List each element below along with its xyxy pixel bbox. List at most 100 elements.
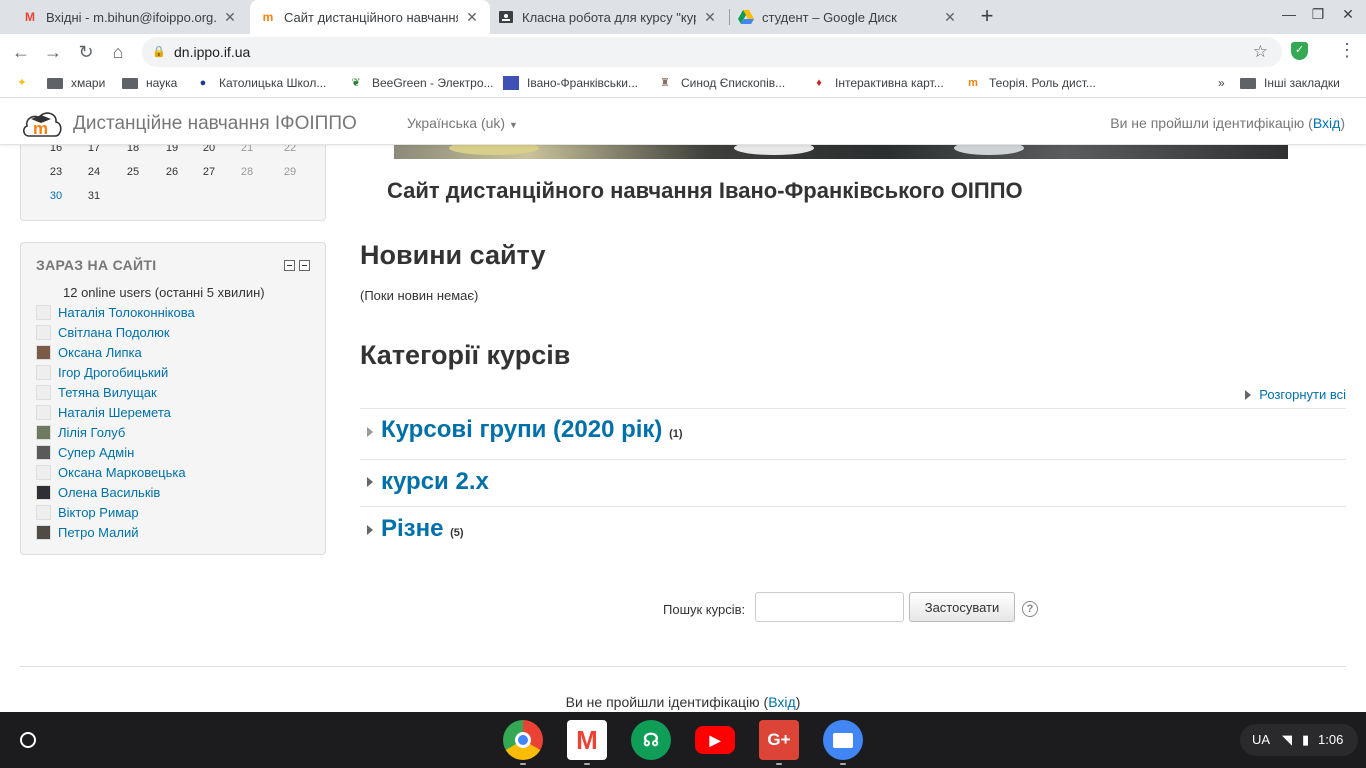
moodle-logo-icon[interactable]: m <box>21 106 63 142</box>
site-name[interactable]: Дистанційне навчання ІФОІППО <box>73 113 357 135</box>
home-icon[interactable]: ⌂ <box>107 41 129 63</box>
bookmark-item[interactable]: ❦ BeeGreen - Электро... <box>348 76 493 90</box>
expand-category-icon[interactable] <box>367 525 373 535</box>
expand-all-link[interactable]: Розгорнути всі <box>1245 387 1346 402</box>
avatar <box>36 424 51 440</box>
restore-icon[interactable]: ❐ <box>1308 6 1328 23</box>
footer-login-link[interactable]: Вхід <box>768 694 795 710</box>
category-link[interactable]: курси 2.x <box>381 468 489 495</box>
extension-shield-icon[interactable]: ✓ <box>1291 42 1308 60</box>
expand-category-icon[interactable] <box>367 477 373 487</box>
bookmark-item[interactable]: m Теорія. Роль дист... <box>965 76 1096 90</box>
drive-icon <box>738 9 754 25</box>
calendar-day[interactable]: 31 <box>82 190 106 202</box>
calendar-day[interactable]: 28 <box>235 166 259 178</box>
close-tab-icon[interactable]: ✕ <box>222 9 238 26</box>
online-user[interactable]: Оксана Липка <box>36 344 142 360</box>
online-user[interactable]: Супер Адмін <box>36 444 134 460</box>
course-category[interactable]: Різне (5) <box>360 506 1346 556</box>
no-news-text: (Поки новин немає) <box>360 288 479 303</box>
online-user[interactable]: Олена Васильків <box>36 484 160 500</box>
course-category[interactable]: Курсові групи (2020 рік) (1) <box>360 408 1346 459</box>
online-user[interactable]: Петро Малий <box>36 524 138 540</box>
close-tab-icon[interactable]: ✕ <box>702 9 718 26</box>
calendar-day-today[interactable]: 30 <box>44 190 68 202</box>
calendar-day[interactable]: 23 <box>44 166 68 178</box>
avatar <box>36 304 51 320</box>
bookmark-item[interactable]: ♦ Інтерактивна карт... <box>811 76 944 90</box>
language-menu[interactable]: Українська (uk) ▼ <box>407 115 518 131</box>
help-icon[interactable]: ? <box>1022 601 1038 617</box>
expand-category-icon[interactable] <box>367 427 373 437</box>
avatar <box>36 484 51 500</box>
close-window-icon[interactable]: ✕ <box>1338 6 1358 23</box>
wifi-icon: ◥ <box>1282 732 1292 747</box>
browser-toolbar: ← → ↻ ⌂ 🔒 dn.ippo.if.ua ☆ <box>0 34 1366 70</box>
calendar-day[interactable]: 26 <box>160 166 184 178</box>
folder-icon <box>122 77 138 89</box>
bookmark-folder[interactable]: наука <box>122 76 177 90</box>
search-courses-label: Пошук курсів: <box>663 602 746 617</box>
avatar <box>36 384 51 400</box>
reload-icon[interactable]: ↻ <box>75 41 97 63</box>
collapse-block-icon[interactable] <box>284 260 295 271</box>
forward-icon[interactable]: → <box>42 41 64 63</box>
bookmark-item[interactable]: ● Католицька Школ... <box>195 76 327 90</box>
search-courses-input[interactable] <box>755 592 904 622</box>
bookmarks-bar: ✦ хмари наука ● Католицька Школ... ❦ BeeGr… <box>0 70 1366 98</box>
google-plus-app-icon[interactable]: G+ <box>759 720 799 760</box>
calendar-day[interactable]: 25 <box>121 166 145 178</box>
calendar-day[interactable]: 29 <box>278 166 302 178</box>
moodle-icon: m <box>968 77 978 89</box>
login-link[interactable]: Вхід <box>1313 115 1340 131</box>
category-link[interactable]: Курсові групи (2020 рік) <box>381 416 662 443</box>
status-tray[interactable]: UA ◥ ▮ 1:06 <box>1240 724 1358 756</box>
gmail-app-icon[interactable]: M <box>567 720 607 760</box>
address-bar[interactable]: 🔒 dn.ippo.if.ua ☆ <box>142 37 1282 67</box>
other-bookmarks[interactable]: Інші закладки <box>1240 76 1340 90</box>
header-banner-image <box>394 145 1288 159</box>
online-user[interactable]: Віктор Римар <box>36 504 139 520</box>
bookmark-folder[interactable]: хмари <box>47 76 105 90</box>
online-user[interactable]: Оксана Марковецька <box>36 464 186 480</box>
url-text[interactable]: dn.ippo.if.ua <box>174 44 250 60</box>
online-user[interactable]: Наталія Толоконнікова <box>36 304 195 320</box>
online-user[interactable]: Лілія Голуб <box>36 424 125 440</box>
browser-tab-strip: M Вхідні - m.bihun@ifoippo.org.ua ✕ m Са… <box>0 0 1366 34</box>
tab-drive[interactable]: студент – Google Диск ✕ <box>728 0 968 34</box>
apps-icon: ✦ <box>17 77 27 89</box>
chrome-app-icon[interactable] <box>503 720 543 760</box>
new-tab-button[interactable]: + <box>976 5 998 27</box>
more-bookmarks-icon[interactable]: » <box>1218 76 1225 90</box>
online-users-block: ЗАРАЗ НА САЙТІ 12 online users (останні … <box>20 242 326 555</box>
moodle-icon: m <box>262 10 274 24</box>
online-user[interactable]: Наталія Шеремета <box>36 404 171 420</box>
calendar-day[interactable]: 27 <box>197 166 221 178</box>
launcher-icon[interactable] <box>20 732 36 748</box>
tab-classroom[interactable]: Класна робота для курсу "курс ✕ <box>488 0 728 34</box>
bookmark-star-icon[interactable]: ☆ <box>1253 42 1268 62</box>
bookmark-apps[interactable]: ✦ <box>14 76 38 90</box>
tab-gmail[interactable]: M Вхідні - m.bihun@ifoippo.org.ua ✕ <box>12 0 248 34</box>
folder-icon <box>47 77 63 89</box>
browser-menu-icon[interactable]: ⋮ <box>1338 40 1356 61</box>
course-category[interactable]: курси 2.x <box>360 459 1346 506</box>
online-user[interactable]: Тетяна Вилущак <box>36 384 157 400</box>
close-tab-icon[interactable]: ✕ <box>464 9 480 26</box>
apply-search-button[interactable]: Застосувати <box>909 592 1015 622</box>
minimize-icon[interactable]: — <box>1279 6 1299 22</box>
category-link[interactable]: Різне <box>381 515 443 542</box>
calendar-day[interactable]: 24 <box>82 166 106 178</box>
online-user[interactable]: Світлана Подолюк <box>36 324 170 340</box>
online-user[interactable]: Ігор Дрогобицький <box>36 364 168 380</box>
bookmark-item[interactable]: ♜ Синод Єпископів... <box>657 76 785 90</box>
dock-block-icon[interactable] <box>299 260 310 271</box>
files-app-icon[interactable] <box>823 720 863 760</box>
footer-divider <box>20 666 1346 667</box>
tab-moodle[interactable]: m Сайт дистанційного навчання ✕ <box>250 0 490 34</box>
hangouts-app-icon[interactable]: ☊ <box>631 720 671 760</box>
youtube-app-icon[interactable]: ▶ <box>695 726 735 754</box>
back-icon[interactable]: ← <box>10 41 32 63</box>
bookmark-item[interactable]: Івано-Франківськи... <box>503 76 638 90</box>
close-tab-icon[interactable]: ✕ <box>942 9 958 26</box>
